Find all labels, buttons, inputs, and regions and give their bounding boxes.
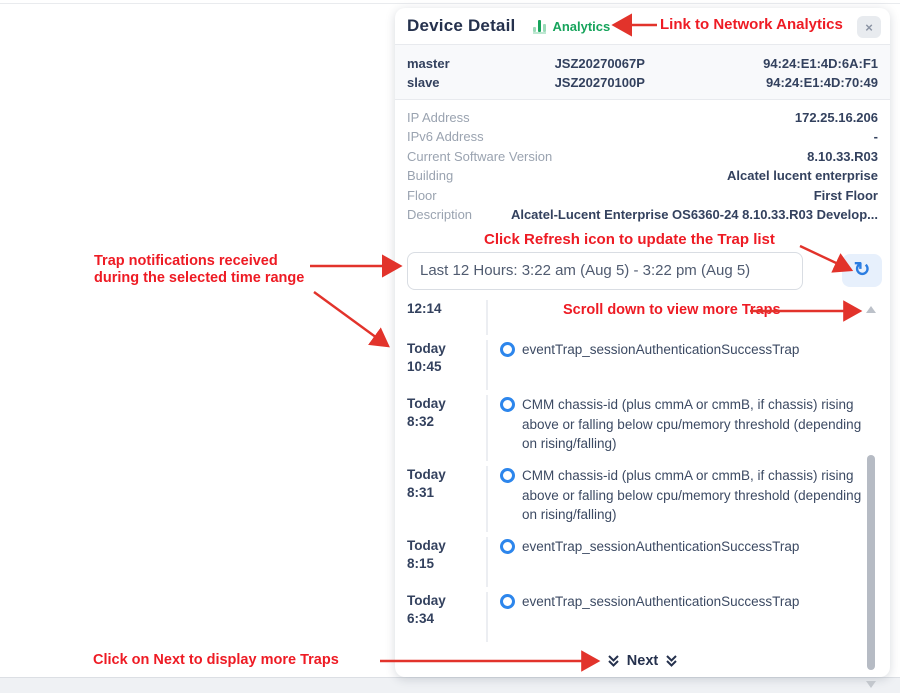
field-value: -: [874, 127, 878, 146]
annotation-scroll: Scroll down to view more Traps: [563, 302, 781, 318]
bottom-strip: [0, 677, 900, 693]
scrollbar-thumb[interactable]: [867, 455, 875, 670]
annotation-line: Trap notifications received: [94, 253, 304, 270]
chassis-row-master: master JSZ20270067P 94:24:E1:4D:6A:F1: [407, 54, 878, 73]
arrow-to-traplist: [314, 292, 388, 346]
trap-hour: 8:32: [407, 413, 486, 431]
chassis-role: slave: [407, 73, 507, 92]
trap-status-icon: [500, 342, 515, 357]
trap-day: Today: [407, 537, 486, 555]
chassis-mac: 94:24:E1:4D:6A:F1: [693, 54, 879, 73]
field-row-software-version: Current Software Version 8.10.33.R03: [407, 147, 878, 166]
field-row-ipv6: IPv6 Address -: [407, 127, 878, 146]
field-label: Floor: [407, 186, 437, 205]
field-label: Description: [407, 205, 472, 224]
trap-status-icon: [500, 468, 515, 483]
trap-status-icon: [500, 539, 515, 554]
device-fields: IP Address 172.25.16.206 IPv6 Address - …: [395, 100, 890, 224]
field-row-description: Description Alcatel-Lucent Enterprise OS…: [407, 205, 878, 224]
annotation-line: during the selected time range: [94, 270, 304, 287]
trap-row: Today 6:34 eventTrap_sessionAuthenticati…: [395, 587, 870, 642]
chassis-serial: JSZ20270067P: [507, 54, 693, 73]
next-button[interactable]: Next: [395, 653, 890, 669]
trap-day: Today: [407, 395, 486, 413]
trap-day: Today: [407, 340, 486, 358]
trap-message: eventTrap_sessionAuthenticationSuccessTr…: [522, 592, 799, 612]
trap-hour: 8:31: [407, 484, 486, 502]
field-row-floor: Floor First Floor: [407, 186, 878, 205]
trap-message: CMM chassis-id (plus cmmA or cmmB, if ch…: [522, 466, 868, 525]
trap-status-icon: [500, 594, 515, 609]
page: Device Detail Analytics × master JSZ2027…: [0, 0, 900, 693]
double-chevron-down-icon: [665, 654, 678, 668]
trap-message: eventTrap_sessionAuthenticationSuccessTr…: [522, 340, 799, 360]
scrollbar-up-arrow[interactable]: [866, 306, 876, 313]
double-chevron-down-icon: [607, 654, 620, 668]
field-label: IPv6 Address: [407, 127, 484, 146]
time-range-selector[interactable]: Last 12 Hours: 3:22 am (Aug 5) - 3:22 pm…: [407, 252, 803, 290]
close-button[interactable]: ×: [857, 16, 881, 38]
chassis-serial: JSZ20270100P: [507, 73, 693, 92]
next-button-label: Next: [627, 653, 658, 669]
trap-hour: 6:34: [407, 610, 486, 628]
trap-message: CMM chassis-id (plus cmmA or cmmB, if ch…: [522, 395, 868, 454]
field-label: Building: [407, 166, 453, 185]
top-divider: [0, 3, 900, 4]
trap-day: Today: [407, 592, 486, 610]
field-row-building: Building Alcatel lucent enterprise: [407, 166, 878, 185]
field-row-ip: IP Address 172.25.16.206: [407, 108, 878, 127]
trap-day: Today: [407, 466, 486, 484]
field-label: IP Address: [407, 108, 470, 127]
refresh-button[interactable]: ↻: [842, 254, 882, 287]
field-value: 172.25.16.206: [795, 108, 878, 127]
analytics-link[interactable]: Analytics: [533, 18, 610, 34]
scrollbar-down-arrow[interactable]: [866, 681, 876, 688]
field-value: Alcatel lucent enterprise: [727, 166, 878, 185]
annotation-next: Click on Next to display more Traps: [93, 652, 339, 668]
refresh-icon: ↻: [854, 260, 871, 280]
trap-row: Today 8:31 CMM chassis-id (plus cmmA or …: [395, 461, 870, 532]
device-detail-panel: Device Detail Analytics × master JSZ2027…: [395, 8, 890, 677]
field-value: Alcatel-Lucent Enterprise OS6360-24 8.10…: [511, 205, 878, 224]
field-label: Current Software Version: [407, 147, 552, 166]
trap-hour: 8:15: [407, 555, 486, 573]
time-range-row: Last 12 Hours: 3:22 am (Aug 5) - 3:22 pm…: [407, 252, 882, 290]
analytics-link-label: Analytics: [552, 19, 610, 34]
trap-status-icon: [500, 397, 515, 412]
trap-row: Today 10:45 eventTrap_sessionAuthenticat…: [395, 335, 870, 390]
annotation-trap-notifications: Trap notifications received during the s…: [94, 253, 304, 287]
trap-hour: 12:14: [407, 300, 486, 318]
field-value: First Floor: [814, 186, 878, 205]
trap-row: Today 8:32 CMM chassis-id (plus cmmA or …: [395, 390, 870, 461]
bar-chart-icon: [533, 18, 546, 34]
annotation-refresh: Click Refresh icon to update the Trap li…: [484, 231, 775, 248]
chassis-row-slave: slave JSZ20270100P 94:24:E1:4D:70:49: [407, 73, 878, 92]
chassis-mac: 94:24:E1:4D:70:49: [693, 73, 879, 92]
trap-message: eventTrap_sessionAuthenticationSuccessTr…: [522, 537, 799, 557]
annotation-analytics: Link to Network Analytics: [660, 16, 843, 33]
close-icon: ×: [865, 20, 873, 35]
trap-list: 12:14 Today 10:45 eventTrap_sessionAuthe…: [395, 295, 870, 642]
trap-hour: 10:45: [407, 358, 486, 376]
chassis-section: master JSZ20270067P 94:24:E1:4D:6A:F1 sl…: [395, 45, 890, 100]
field-value: 8.10.33.R03: [807, 147, 878, 166]
page-title: Device Detail: [407, 16, 515, 36]
trap-row: Today 8:15 eventTrap_sessionAuthenticati…: [395, 532, 870, 587]
chassis-role: master: [407, 54, 507, 73]
